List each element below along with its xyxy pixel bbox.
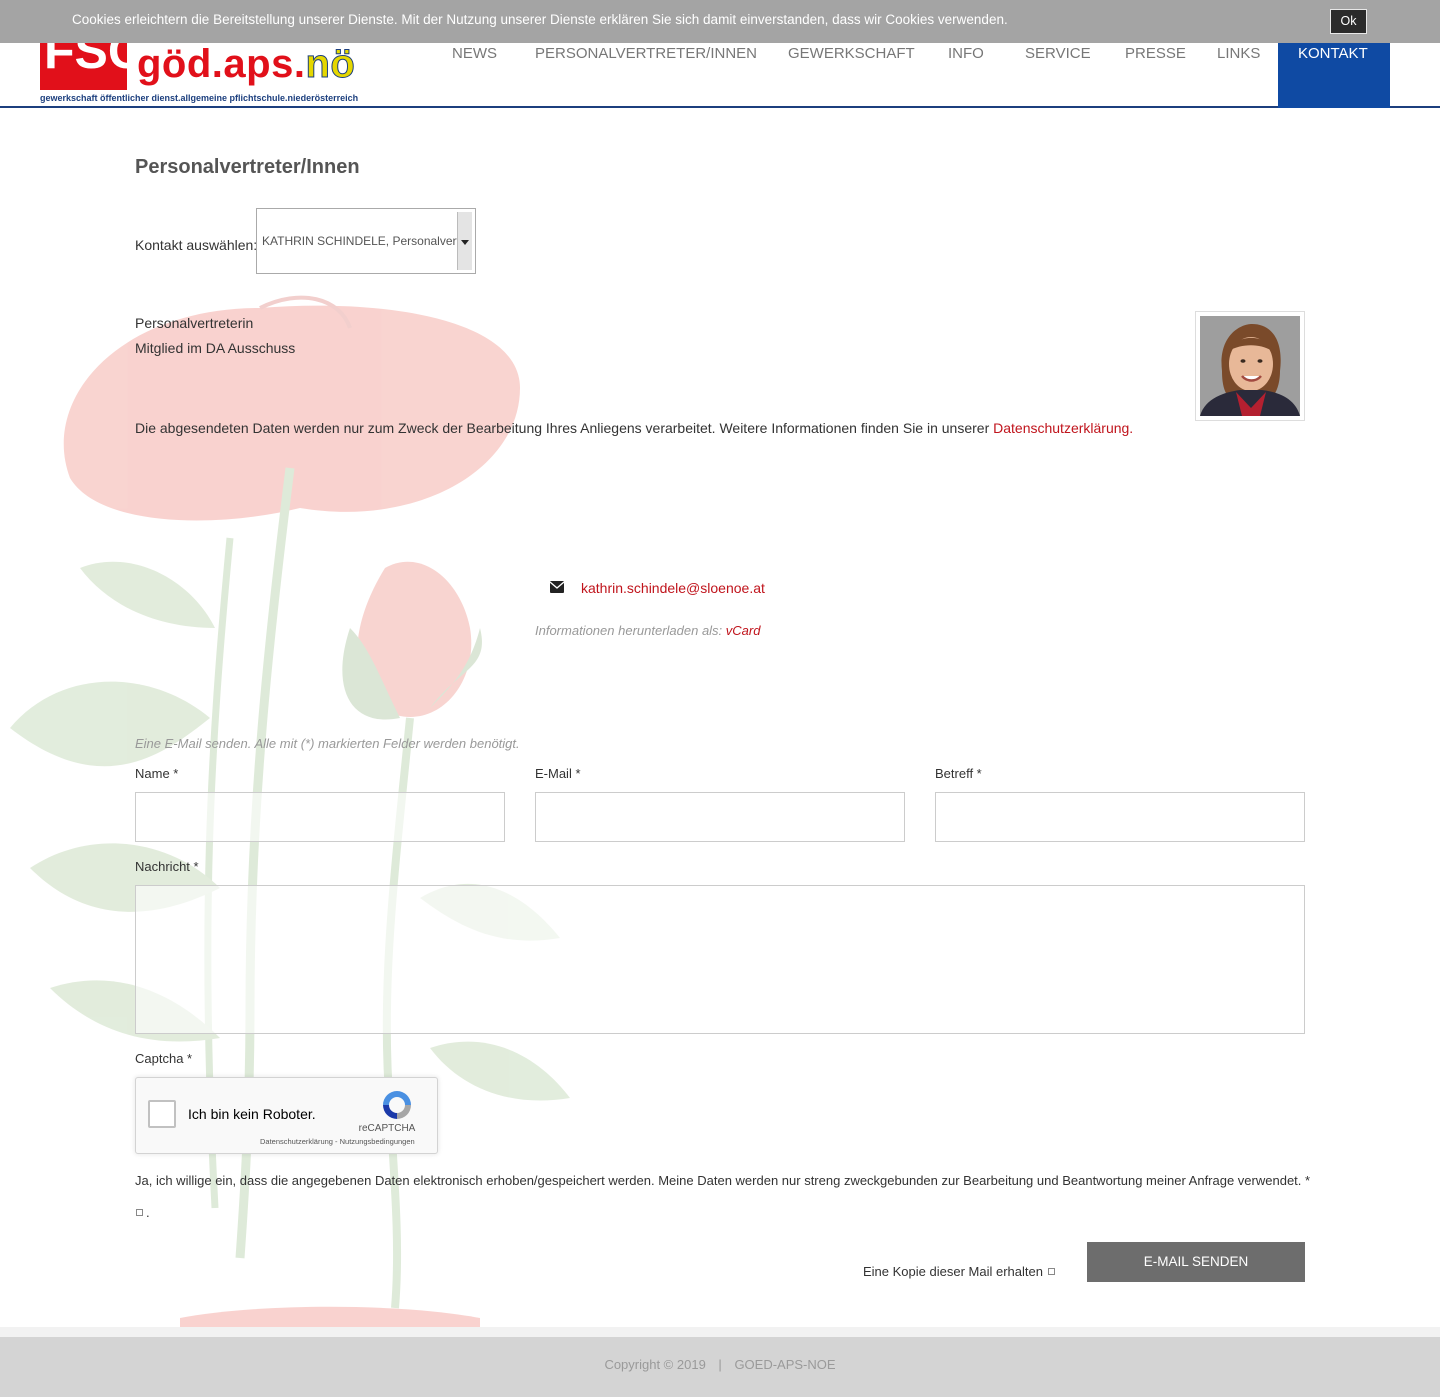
site-logo[interactable]: FSG göd.aps.nö gewerkschaft öffentlicher…	[40, 23, 372, 106]
recaptcha-logo-icon	[383, 1091, 411, 1119]
nav-item-presse[interactable]: PRESSE	[1125, 45, 1186, 62]
site-footer: Copyright © 2019 | GOED-APS-NOE	[0, 1337, 1440, 1397]
contact-select-label: Kontakt auswählen:	[135, 237, 258, 253]
recaptcha-label: Ich bin kein Roboter.	[188, 1106, 316, 1122]
footer-copyright: Copyright © 2019	[604, 1357, 706, 1372]
copy-mail-label: Eine Kopie dieser Mail erhalten	[863, 1264, 1043, 1279]
footer-text: Copyright © 2019 | GOED-APS-NOE	[0, 1357, 1440, 1372]
envelope-icon	[550, 581, 564, 593]
privacy-policy-link[interactable]: Datenschutzerklärung.	[993, 420, 1133, 436]
email-label: E-Mail *	[535, 766, 581, 781]
nav-item-service[interactable]: SERVICE	[1025, 45, 1091, 62]
nav-item-personalvertreter[interactable]: PERSONALVERTRETER/INNEN	[535, 45, 757, 62]
footer-separator: |	[718, 1357, 722, 1372]
cookie-ok-button[interactable]: Ok	[1330, 9, 1367, 34]
nav-item-kontakt-label: KONTAKT	[1298, 45, 1368, 62]
vcard-download-line: Informationen herunterladen als: vCard	[535, 623, 760, 638]
contact-position: Personalvertreterin	[135, 315, 254, 331]
contact-email-link[interactable]: kathrin.schindele@sloenoe.at	[581, 580, 765, 596]
consent-text: Ja, ich willige ein, dass die angegebene…	[135, 1173, 1311, 1188]
privacy-note: Die abgesendeten Daten werden nur zum Zw…	[135, 420, 1133, 436]
footer-site-name: GOED-APS-NOE	[734, 1357, 836, 1372]
recaptcha-checkbox[interactable]	[148, 1100, 176, 1128]
cookie-consent-bar: Cookies erleichtern die Bereitstellung u…	[0, 0, 1440, 43]
recaptcha-terms-links[interactable]: Datenschutzerklärung - Nutzungsbedingung…	[260, 1137, 415, 1146]
chevron-down-icon	[457, 212, 472, 270]
contact-portrait-image	[1200, 316, 1300, 416]
message-label: Nachricht *	[135, 859, 199, 874]
consent-checkbox[interactable]	[136, 1209, 143, 1216]
contact-photo	[1195, 311, 1305, 421]
captcha-label: Captcha *	[135, 1051, 193, 1066]
footer-divider	[0, 1327, 1440, 1337]
vcard-prefix: Informationen herunterladen als:	[535, 623, 726, 638]
recaptcha-widget: Ich bin kein Roboter. reCAPTCHA Datensch…	[135, 1077, 438, 1154]
fsg-logo-mark: FSG	[40, 23, 147, 90]
email-input[interactable]	[535, 792, 905, 842]
name-label: Name *	[135, 766, 179, 781]
recaptcha-brand: reCAPTCHA	[358, 1123, 416, 1134]
copy-mail-checkbox[interactable]	[1048, 1268, 1055, 1275]
vcard-link[interactable]: vCard	[726, 623, 761, 638]
nav-item-gewerkschaft[interactable]: GEWERKSCHAFT	[788, 45, 915, 62]
send-email-button[interactable]: E-MAIL SENDEN	[1087, 1242, 1305, 1282]
consent-suffix: .	[146, 1205, 150, 1220]
logo-name: göd.aps.nö	[137, 42, 356, 87]
main-content: Personalvertreter/Innen Kontakt auswähle…	[0, 0, 1440, 1397]
message-textarea[interactable]	[135, 885, 1305, 1034]
privacy-note-text: Die abgesendeten Daten werden nur zum Zw…	[135, 420, 994, 436]
cookie-message: Cookies erleichtern die Bereitstellung u…	[72, 12, 1008, 27]
contact-position-detail: Mitglied im DA Ausschuss	[135, 340, 296, 356]
nav-item-info[interactable]: INFO	[948, 45, 984, 62]
contact-select-value: KATHRIN SCHINDELE, Personalvertr	[262, 234, 458, 248]
subject-label: Betreff *	[935, 766, 982, 781]
nav-item-news[interactable]: NEWS	[452, 45, 497, 62]
nav-item-links[interactable]: LINKS	[1217, 45, 1260, 62]
contact-select[interactable]: KATHRIN SCHINDELE, Personalvertr	[256, 208, 476, 274]
page-title: Personalvertreter/Innen	[135, 156, 360, 178]
form-note: Eine E-Mail senden. Alle mit (*) markier…	[135, 736, 520, 751]
subject-input[interactable]	[935, 792, 1305, 842]
name-input[interactable]	[135, 792, 505, 842]
logo-subtitle: gewerkschaft öffentlicher dienst.allgeme…	[40, 93, 359, 103]
